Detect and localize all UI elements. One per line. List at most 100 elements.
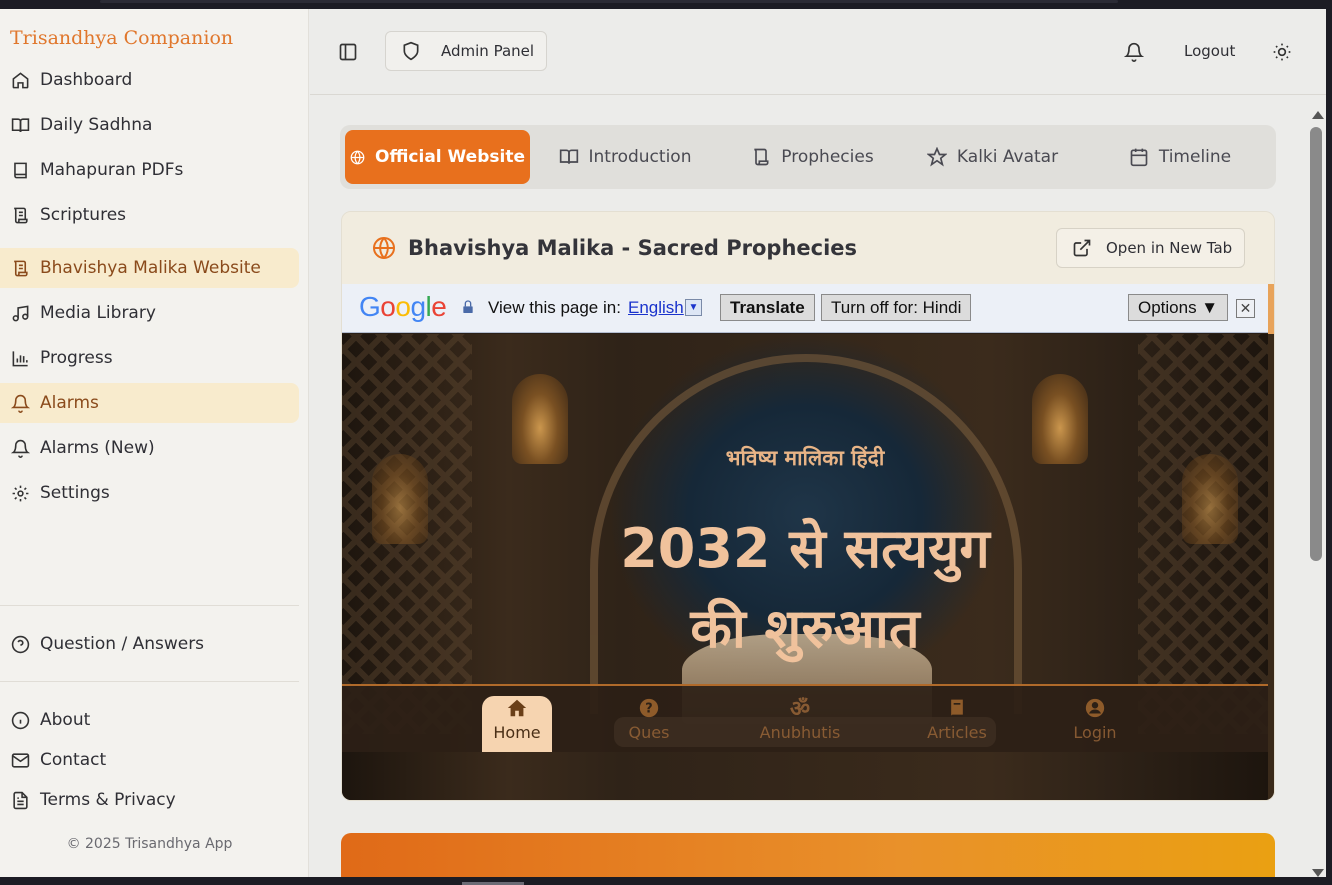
calendar-icon	[1129, 147, 1149, 167]
sidebar-item-question-answers[interactable]: Question / Answers	[0, 624, 299, 664]
book-open-icon	[559, 147, 579, 167]
sidebar-divider	[0, 681, 299, 682]
shield-icon	[401, 41, 421, 61]
question-icon: ?	[638, 696, 660, 720]
view-page-in-text: View this page in:	[488, 298, 621, 317]
bottom-nav-home[interactable]: Home	[482, 696, 552, 752]
tab-timeline[interactable]: Timeline	[1090, 130, 1270, 184]
sidebar-item-label: Settings	[40, 483, 110, 503]
scroll-icon	[751, 147, 771, 167]
globe-icon	[350, 150, 365, 165]
bottom-nav-ques[interactable]: ? Ques	[614, 696, 684, 752]
user-icon	[1084, 696, 1106, 720]
close-icon[interactable]: ✕	[1236, 299, 1255, 318]
brand-title[interactable]: Trisandhya Companion	[10, 27, 233, 49]
lock-icon	[460, 299, 476, 320]
open-new-tab-button[interactable]: Open in New Tab	[1056, 228, 1245, 268]
gear-icon	[10, 483, 30, 503]
sidebar-item-label: Mahapuran PDFs	[40, 160, 184, 180]
logout-button[interactable]: Logout	[1184, 42, 1235, 60]
sidebar-item-alarms-new[interactable]: Alarms (New)	[0, 428, 299, 468]
file-text-icon	[10, 790, 30, 810]
home-icon	[10, 70, 30, 90]
admin-panel-button[interactable]: Admin Panel	[385, 31, 547, 71]
sidebar-item-label: Terms & Privacy	[40, 790, 176, 810]
book-icon	[947, 696, 967, 720]
bottom-nav-anubhutis[interactable]: ॐ Anubhutis	[750, 696, 850, 752]
main-content: Official Website Introduction Prophecies…	[310, 96, 1308, 877]
tab-label: Prophecies	[781, 147, 874, 167]
sidebar-item-about[interactable]: About	[0, 700, 299, 740]
mail-icon	[10, 750, 30, 770]
sidebar-item-terms-privacy[interactable]: Terms & Privacy	[0, 780, 299, 820]
book-icon	[10, 160, 30, 180]
frame-scrollbar-thumb[interactable]	[1268, 284, 1274, 334]
sidebar-item-label: Alarms (New)	[40, 438, 155, 458]
website-card: Bhavishya Malika - Sacred Prophecies Ope…	[341, 211, 1275, 801]
tab-bar: Official Website Introduction Prophecies…	[340, 125, 1276, 189]
browser-tab-strip	[100, 0, 1118, 3]
sidebar-divider	[0, 605, 299, 606]
hero-subtitle: भविष्य मालिका हिंदी	[725, 446, 885, 470]
sidebar-item-label: Progress	[40, 348, 113, 368]
translate-button[interactable]: Translate	[720, 294, 815, 321]
info-icon	[10, 710, 30, 730]
sidebar-item-daily-sadhna[interactable]: Daily Sadhna	[0, 105, 299, 145]
music-icon	[10, 303, 30, 323]
theme-toggle-sun-icon[interactable]	[1272, 42, 1292, 62]
page-scrollbar-thumb[interactable]	[1310, 127, 1322, 561]
sidebar-item-label: Contact	[40, 750, 107, 770]
sidebar-item-label: About	[40, 710, 91, 730]
frame-scrollbar[interactable]	[1268, 284, 1274, 800]
window-bottom-strip	[0, 877, 1332, 885]
sidebar-item-progress[interactable]: Progress	[0, 338, 299, 378]
bottom-nav-login[interactable]: Login	[1060, 696, 1130, 752]
sidebar: Trisandhya Companion Dashboard Daily Sad…	[0, 9, 309, 877]
tab-introduction[interactable]: Introduction	[535, 130, 715, 184]
sidebar-item-bhavishya-malika-website[interactable]: Bhavishya Malika Website	[0, 248, 299, 288]
language-dropdown-icon[interactable]: ▼	[685, 299, 702, 316]
card-header: Bhavishya Malika - Sacred Prophecies Ope…	[342, 212, 1274, 284]
notification-bell-icon[interactable]	[1124, 42, 1144, 62]
orange-banner-card	[341, 833, 1275, 877]
page-scrollbar[interactable]	[1308, 105, 1326, 877]
book-open-icon	[10, 115, 30, 135]
top-header: Admin Panel Logout	[310, 9, 1326, 95]
sidebar-item-dashboard[interactable]: Dashboard	[0, 60, 299, 100]
card-title: Bhavishya Malika - Sacred Prophecies	[408, 236, 858, 260]
home-icon	[505, 696, 529, 720]
embedded-website-frame[interactable]: Google View this page in: English ▼ Tran…	[342, 284, 1274, 800]
website-bottom-nav: Home ? Ques ॐ Anubhutis Articles Login	[342, 684, 1268, 752]
tab-kalki-avatar[interactable]: Kalki Avatar	[905, 130, 1080, 184]
bottom-nav-label: Ques	[628, 723, 670, 742]
bell-icon	[10, 393, 30, 413]
external-link-icon	[1072, 238, 1092, 258]
hero-title-line: की शुरुआत	[690, 597, 920, 660]
bottom-nav-label: Home	[493, 723, 541, 742]
sidebar-item-contact[interactable]: Contact	[0, 740, 299, 780]
sidebar-item-alarms[interactable]: Alarms	[0, 383, 299, 423]
bar-chart-icon	[10, 348, 30, 368]
sidebar-item-label: Daily Sadhna	[40, 115, 153, 135]
window-top-strip	[0, 0, 1332, 9]
tab-official-website[interactable]: Official Website	[345, 130, 530, 184]
sidebar-item-media-library[interactable]: Media Library	[0, 293, 299, 333]
bottom-nav-label: Login	[1073, 723, 1117, 742]
window-right-edge	[1326, 0, 1332, 885]
language-select[interactable]: English	[628, 298, 684, 318]
sidebar-item-label: Dashboard	[40, 70, 133, 90]
sidebar-item-scriptures[interactable]: Scriptures	[0, 195, 299, 235]
scroll-up-arrow-icon[interactable]	[1312, 111, 1324, 119]
options-button[interactable]: Options ▼	[1128, 294, 1229, 321]
bottom-nav-articles[interactable]: Articles	[922, 696, 992, 752]
scroll-down-arrow-icon[interactable]	[1312, 869, 1324, 877]
sidebar-item-label: Question / Answers	[40, 634, 205, 654]
tab-prophecies[interactable]: Prophecies	[725, 130, 900, 184]
turn-off-button[interactable]: Turn off for: Hindi	[821, 294, 972, 321]
sidebar-item-mahapuran-pdfs[interactable]: Mahapuran PDFs	[0, 150, 299, 190]
sidebar-toggle-icon[interactable]	[338, 42, 358, 62]
svg-text:?: ?	[645, 702, 652, 717]
bell-icon	[10, 438, 30, 458]
sidebar-item-settings[interactable]: Settings	[0, 473, 299, 513]
bottom-nav-label: Anubhutis	[759, 723, 841, 742]
